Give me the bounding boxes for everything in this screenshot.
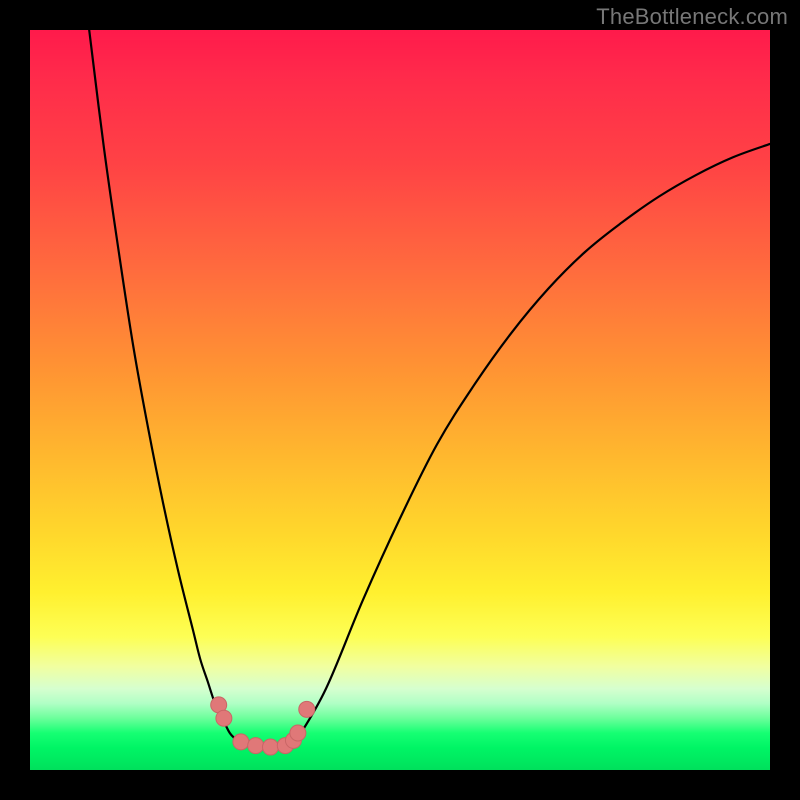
valley-marker bbox=[285, 732, 301, 748]
watermark-text: TheBottleneck.com bbox=[596, 4, 788, 30]
chart-frame: TheBottleneck.com bbox=[0, 0, 800, 800]
valley-marker bbox=[211, 697, 227, 713]
valley-marker bbox=[263, 739, 279, 755]
valley-marker bbox=[248, 738, 264, 754]
valley-marker bbox=[216, 710, 232, 726]
curve-layer bbox=[30, 30, 770, 770]
valley-marker bbox=[233, 734, 249, 750]
valley-marker bbox=[290, 725, 306, 741]
plot-area bbox=[30, 30, 770, 770]
valley-markers bbox=[211, 697, 315, 755]
bottleneck-curve bbox=[89, 30, 770, 748]
valley-marker bbox=[277, 738, 293, 754]
valley-marker bbox=[299, 701, 315, 717]
